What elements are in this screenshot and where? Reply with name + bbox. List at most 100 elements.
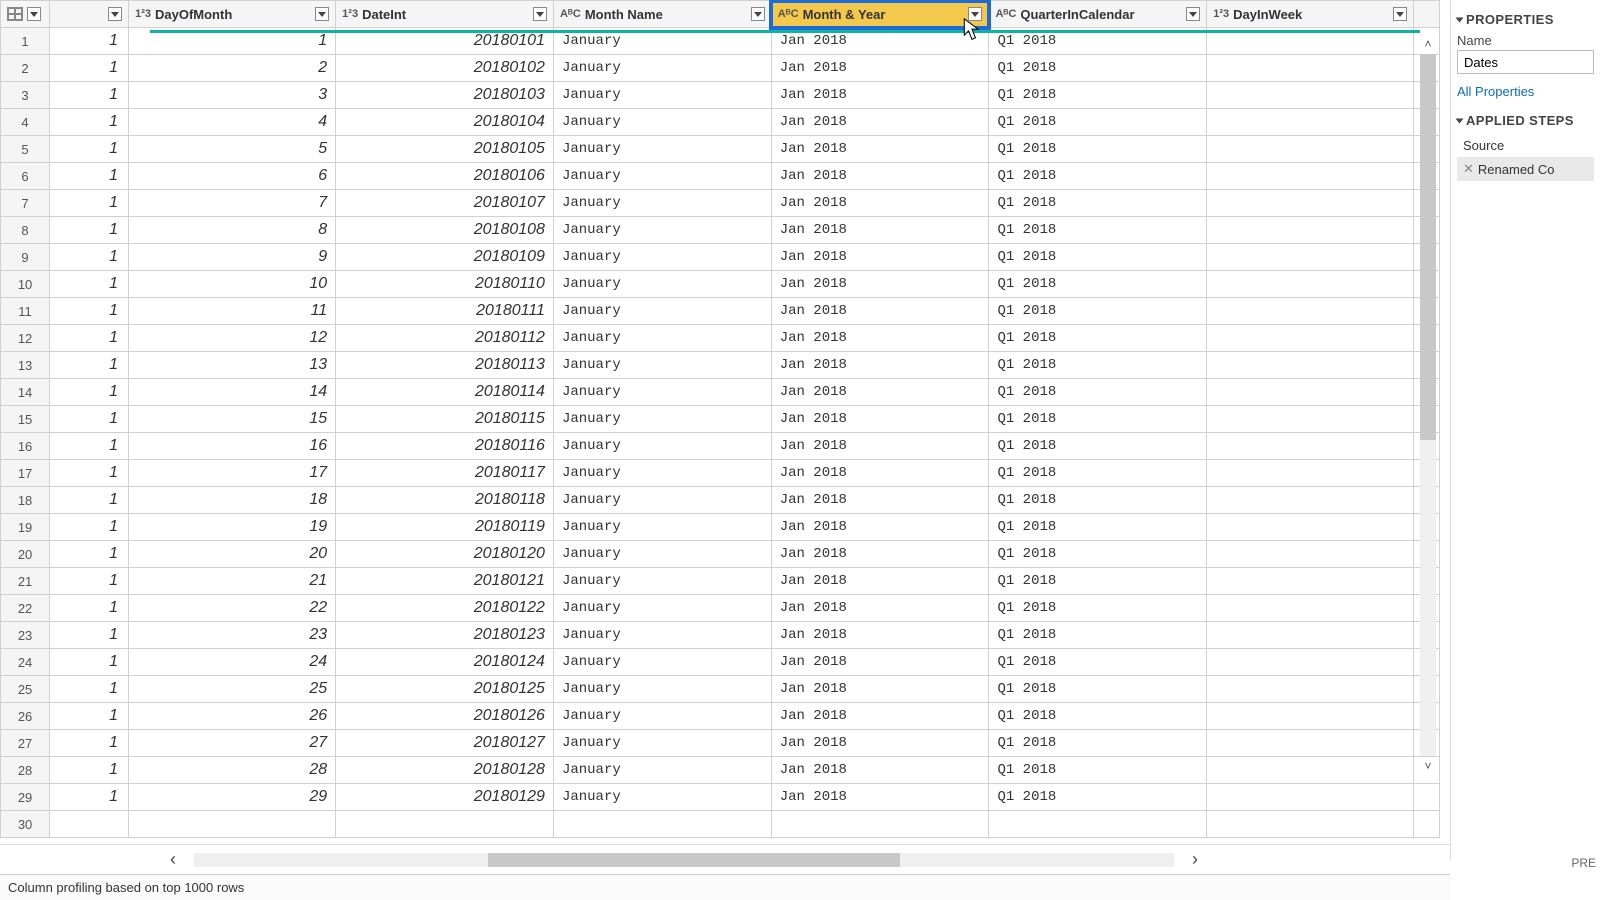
cell-monthyear[interactable]: Jan 2018 — [771, 352, 989, 379]
cell-prev-col[interactable]: 1 — [50, 487, 129, 514]
filter-dropdown-icon[interactable] — [533, 7, 547, 21]
cell-dateint[interactable]: 20180121 — [336, 568, 554, 595]
delete-step-icon[interactable]: ✕ — [1463, 161, 1474, 177]
cell-dayinweek[interactable] — [1207, 514, 1414, 541]
scroll-left-button[interactable]: ‹ — [160, 849, 186, 871]
table-row[interactable]: 2512520180125JanuaryJan 2018Q1 2018 — [1, 676, 1440, 703]
cell-dayinweek[interactable] — [1207, 433, 1414, 460]
cell-dateint[interactable]: 20180119 — [336, 514, 554, 541]
table-row[interactable]: 2612620180126JanuaryJan 2018Q1 2018 — [1, 703, 1440, 730]
cell-dayofmonth[interactable]: 27 — [129, 730, 336, 757]
table-row[interactable]: 41420180104JanuaryJan 2018Q1 2018 — [1, 109, 1440, 136]
table-row[interactable]: 91920180109JanuaryJan 2018Q1 2018 — [1, 244, 1440, 271]
cell-dateint[interactable]: 20180126 — [336, 703, 554, 730]
cell-dayofmonth[interactable]: 25 — [129, 676, 336, 703]
cell-prev-col[interactable]: 1 — [50, 595, 129, 622]
cell-dateint[interactable]: 20180102 — [336, 55, 554, 82]
table-row[interactable]: 30 — [1, 811, 1440, 838]
cell-dateint[interactable]: 20180112 — [336, 325, 554, 352]
cell-quarter[interactable]: Q1 2018 — [989, 784, 1207, 811]
cell-dayinweek[interactable] — [1207, 541, 1414, 568]
cell-quarter[interactable]: Q1 2018 — [989, 568, 1207, 595]
cell-dayofmonth[interactable]: 10 — [129, 271, 336, 298]
cell-monthname[interactable] — [553, 811, 771, 838]
cell-monthyear[interactable]: Jan 2018 — [771, 568, 989, 595]
all-properties-link[interactable]: All Properties — [1457, 84, 1594, 99]
cell-monthname[interactable]: January — [553, 757, 771, 784]
cell-dayofmonth[interactable]: 9 — [129, 244, 336, 271]
cell-monthname[interactable]: January — [553, 298, 771, 325]
cell-prev-col[interactable]: 1 — [50, 136, 129, 163]
table-row[interactable]: 21220180102JanuaryJan 2018Q1 2018 — [1, 55, 1440, 82]
cell-dayinweek[interactable] — [1207, 109, 1414, 136]
cell-dateint[interactable]: 20180120 — [336, 541, 554, 568]
table-row[interactable]: 1311320180113JanuaryJan 2018Q1 2018 — [1, 352, 1440, 379]
cell-monthyear[interactable]: Jan 2018 — [771, 649, 989, 676]
cell-monthname[interactable]: January — [553, 271, 771, 298]
cell-monthname[interactable]: January — [553, 217, 771, 244]
cell-dateint[interactable]: 20180113 — [336, 352, 554, 379]
filter-dropdown-icon[interactable] — [1186, 7, 1200, 21]
cell-quarter[interactable]: Q1 2018 — [989, 379, 1207, 406]
cell-monthname[interactable]: January — [553, 109, 771, 136]
hscroll-track[interactable] — [194, 853, 1174, 867]
table-row[interactable]: 1111120180111JanuaryJan 2018Q1 2018 — [1, 298, 1440, 325]
cell-dayinweek[interactable] — [1207, 298, 1414, 325]
cell-prev-col[interactable]: 1 — [50, 109, 129, 136]
cell-quarter[interactable]: Q1 2018 — [989, 460, 1207, 487]
cell-monthyear[interactable]: Jan 2018 — [771, 136, 989, 163]
table-row[interactable]: 2012020180120JanuaryJan 2018Q1 2018 — [1, 541, 1440, 568]
table-row[interactable]: 71720180107JanuaryJan 2018Q1 2018 — [1, 190, 1440, 217]
cell-monthname[interactable]: January — [553, 703, 771, 730]
cell-prev-col[interactable]: 1 — [50, 298, 129, 325]
cell-monthname[interactable]: January — [553, 190, 771, 217]
cell-monthyear[interactable]: Jan 2018 — [771, 82, 989, 109]
cell-dayofmonth[interactable]: 8 — [129, 217, 336, 244]
cell-dayinweek[interactable] — [1207, 811, 1414, 838]
cell-monthyear[interactable]: Jan 2018 — [771, 406, 989, 433]
cell-dayinweek[interactable] — [1207, 487, 1414, 514]
vertical-scrollbar[interactable]: ˄ ˅ — [1420, 36, 1436, 774]
cell-monthyear[interactable]: Jan 2018 — [771, 487, 989, 514]
cell-dateint[interactable]: 20180124 — [336, 649, 554, 676]
cell-prev-col[interactable] — [50, 811, 129, 838]
cell-quarter[interactable]: Q1 2018 — [989, 541, 1207, 568]
cell-monthyear[interactable]: Jan 2018 — [771, 298, 989, 325]
cell-prev-col[interactable]: 1 — [50, 676, 129, 703]
cell-dateint[interactable]: 20180105 — [336, 136, 554, 163]
cell-prev-col[interactable]: 1 — [50, 217, 129, 244]
applied-steps-header[interactable]: APPLIED STEPS — [1457, 113, 1594, 128]
cell-dateint[interactable]: 20180108 — [336, 217, 554, 244]
cell-dateint[interactable] — [336, 811, 554, 838]
table-corner-menu[interactable] — [1, 1, 50, 28]
table-row[interactable]: 2712720180127JanuaryJan 2018Q1 2018 — [1, 730, 1440, 757]
cell-prev-col[interactable]: 1 — [50, 757, 129, 784]
cell-quarter[interactable]: Q1 2018 — [989, 82, 1207, 109]
cell-monthname[interactable]: January — [553, 352, 771, 379]
cell-dateint[interactable]: 20180116 — [336, 433, 554, 460]
cell-dayinweek[interactable] — [1207, 784, 1414, 811]
scroll-thumb[interactable] — [1420, 54, 1436, 440]
table-row[interactable]: 1511520180115JanuaryJan 2018Q1 2018 — [1, 406, 1440, 433]
cell-monthyear[interactable]: Jan 2018 — [771, 541, 989, 568]
cell-monthyear[interactable]: Jan 2018 — [771, 217, 989, 244]
cell-dayinweek[interactable] — [1207, 676, 1414, 703]
cell-dayofmonth[interactable]: 29 — [129, 784, 336, 811]
cell-monthyear[interactable]: Jan 2018 — [771, 433, 989, 460]
scroll-down-arrow[interactable]: ˅ — [1420, 758, 1436, 774]
cell-dateint[interactable]: 20180128 — [336, 757, 554, 784]
column-header-dayofmonth[interactable]: 1²3 DayOfMonth — [129, 1, 336, 28]
cell-monthname[interactable]: January — [553, 379, 771, 406]
cell-monthyear[interactable]: Jan 2018 — [771, 460, 989, 487]
cell-prev-col[interactable]: 1 — [50, 325, 129, 352]
table-row[interactable]: 1411420180114JanuaryJan 2018Q1 2018 — [1, 379, 1440, 406]
table-row[interactable]: 2412420180124JanuaryJan 2018Q1 2018 — [1, 649, 1440, 676]
cell-dayofmonth[interactable]: 16 — [129, 433, 336, 460]
cell-quarter[interactable]: Q1 2018 — [989, 622, 1207, 649]
table-row[interactable]: 31320180103JanuaryJan 2018Q1 2018 — [1, 82, 1440, 109]
cell-quarter[interactable]: Q1 2018 — [989, 217, 1207, 244]
cell-monthname[interactable]: January — [553, 595, 771, 622]
cell-quarter[interactable]: Q1 2018 — [989, 406, 1207, 433]
cell-dayofmonth[interactable]: 23 — [129, 622, 336, 649]
cell-quarter[interactable]: Q1 2018 — [989, 136, 1207, 163]
